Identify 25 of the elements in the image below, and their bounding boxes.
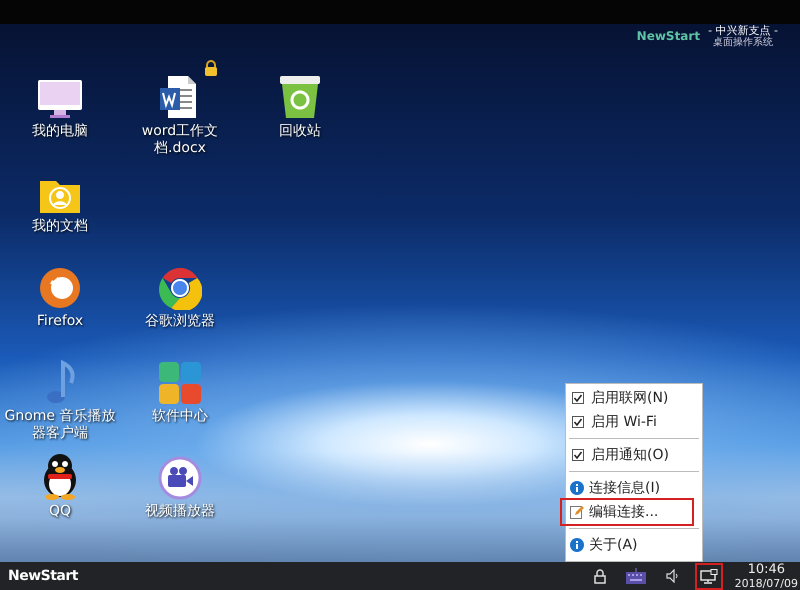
checkbox[interactable] — [572, 416, 584, 428]
network-monitor-icon[interactable] — [696, 564, 721, 588]
clock-time[interactable]: 10:46 — [748, 562, 786, 576]
brand-logo: NewStart — [636, 29, 700, 43]
menu-item[interactable]: 启用 Wi-Fi — [566, 410, 702, 434]
icon-label[interactable]: word工作文档.docx — [119, 123, 241, 157]
logo-title: - 中兴新支点 - — [708, 24, 778, 37]
icon-label[interactable]: 回收站 — [239, 123, 361, 140]
pencil-note-icon — [570, 505, 584, 519]
info-icon — [570, 538, 584, 552]
icon-label[interactable]: 我的电脑 — [0, 123, 121, 140]
menu-item[interactable]: 关于(A) — [566, 533, 702, 557]
checkbox[interactable] — [572, 449, 584, 461]
menu-item[interactable]: 连接信息(I) — [566, 476, 702, 500]
menu-item[interactable]: 编辑连接... — [562, 500, 692, 524]
icon-label[interactable]: 我的文档 — [0, 218, 121, 235]
menu-item[interactable]: 启用联网(N) — [566, 386, 702, 410]
icon-label[interactable]: 谷歌浏览器 — [119, 313, 241, 330]
menu-item[interactable]: 启用通知(O) — [566, 443, 702, 467]
icon-label[interactable]: Firefox — [0, 313, 121, 330]
info-icon — [570, 481, 584, 495]
newstart-logo[interactable]: NewStart — [8, 568, 78, 584]
logo-subtitle: 桌面操作系统 — [713, 37, 774, 48]
clock-date[interactable]: 2018/07/09 — [734, 576, 798, 590]
checkbox[interactable] — [572, 392, 584, 404]
